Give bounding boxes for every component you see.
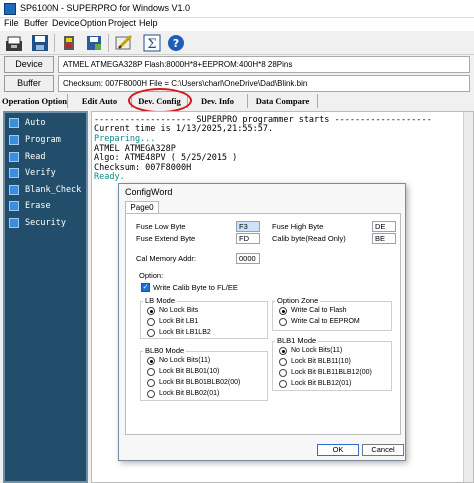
menu-file[interactable]: File xyxy=(4,18,19,28)
edit-buffer-icon[interactable] xyxy=(114,33,134,53)
highlight-circle xyxy=(128,88,192,113)
select-device-icon[interactable] xyxy=(60,33,80,53)
log-line: Algo: ATME48PV ( 5/25/2015 ) xyxy=(94,153,238,163)
sidebar-item-auto[interactable]: Auto xyxy=(9,116,85,130)
save-project-icon[interactable] xyxy=(84,33,104,53)
function-tab-bar: Operation Option Edit Auto Dev. Config D… xyxy=(0,93,474,109)
auto-icon xyxy=(9,118,19,128)
option-zone-title: Option Zone xyxy=(275,296,321,305)
log-line: Preparing... xyxy=(94,134,156,144)
sidebar-item-erase[interactable]: Erase xyxy=(9,199,85,213)
lb-mode-title: LB Mode xyxy=(143,296,178,305)
write-calib-checkbox[interactable]: ✓ xyxy=(141,283,150,292)
fuse-high-label: Fuse High Byte xyxy=(272,222,324,231)
title-bar: SP6100N - SUPERPRO for Windows V1.0 xyxy=(0,0,474,18)
blb0-mode-group: BLB0 Mode No Lock Bits(11) Lock Bit BLB0… xyxy=(140,346,268,401)
blb0-mode-title: BLB0 Mode xyxy=(143,346,187,355)
blb1-mode-title: BLB1 Mode xyxy=(275,336,319,345)
ok-button[interactable]: OK xyxy=(317,444,359,456)
buffer-button[interactable]: Buffer xyxy=(4,75,54,92)
sidebar-item-blank-check[interactable]: Blank_Check xyxy=(9,183,85,197)
tab-operation-option[interactable]: Operation Option xyxy=(2,94,68,108)
sidebar-item-label: Program xyxy=(25,135,61,145)
cal-memory-label: Cal Memory Addr: xyxy=(136,254,197,263)
erase-icon xyxy=(9,201,19,211)
option-title: Option: xyxy=(139,271,164,280)
buffer-info-field: Checksum: 007F8000H File = C:\Users\char… xyxy=(58,75,470,92)
fuse-low-label: Fuse Low Byte xyxy=(136,222,186,231)
security-icon xyxy=(9,218,19,228)
svg-text:?: ? xyxy=(173,37,179,50)
log-line: Current time is 1/13/2025,21:55:57. xyxy=(94,124,274,134)
sidebar-item-read[interactable]: Read xyxy=(9,150,85,164)
fuse-low-field[interactable]: F3 xyxy=(236,221,260,232)
menu-help[interactable]: Help xyxy=(139,18,158,28)
option-zone-group: Option Zone Write Cal to Flash Write Cal… xyxy=(272,296,392,331)
menu-option[interactable]: Option xyxy=(80,18,107,28)
fuse-high-field[interactable]: DE xyxy=(372,221,396,232)
help-icon[interactable]: ? xyxy=(166,33,186,53)
toolbar: Σ ? xyxy=(0,31,474,55)
sidebar-item-verify[interactable]: Verify xyxy=(9,166,85,180)
dialog-page: Fuse Low Byte F3 Fuse High Byte DE Fuse … xyxy=(125,213,401,435)
checksum-icon[interactable]: Σ xyxy=(142,33,162,53)
save-file-icon[interactable] xyxy=(30,33,50,53)
calib-byte-field: BE xyxy=(372,233,396,244)
menu-device[interactable]: Device xyxy=(52,18,80,28)
blb1-mode-group: BLB1 Mode No Lock Bits(11) Lock Bit BLB1… xyxy=(272,336,392,391)
sidebar-item-label: Auto xyxy=(25,118,46,128)
load-file-icon[interactable] xyxy=(4,33,24,53)
program-icon xyxy=(9,135,19,145)
dialog-title: ConfigWord xyxy=(125,187,173,197)
verify-icon xyxy=(9,168,19,178)
read-icon xyxy=(9,152,19,162)
lb-mode-group: LB Mode No Lock Bits Lock Bit LB1 Lock B… xyxy=(140,296,268,339)
log-line: Ready. xyxy=(94,172,125,182)
sidebar-item-security[interactable]: Security xyxy=(9,216,85,230)
sidebar-item-label: Verify xyxy=(25,168,56,178)
tab-edit-auto[interactable]: Edit Auto xyxy=(68,94,132,108)
sidebar-item-program[interactable]: Program xyxy=(9,133,85,147)
fuse-extend-label: Fuse Extend Byte xyxy=(136,234,196,243)
menu-project[interactable]: Project xyxy=(108,18,136,28)
write-calib-label: Write Calib Byte to FL/EE xyxy=(153,283,238,292)
sidebar-item-label: Read xyxy=(25,152,46,162)
tab-dev-info[interactable]: Dev. Info xyxy=(188,94,248,108)
operation-sidebar: Auto Program Read Verify Blank_Check Era… xyxy=(3,111,88,483)
fuse-extend-field[interactable]: FD xyxy=(236,233,260,244)
menu-bar: File Buffer Device Option Project Help xyxy=(0,18,474,31)
tab-data-compare[interactable]: Data Compare xyxy=(248,94,318,108)
menu-buffer[interactable]: Buffer xyxy=(24,18,48,28)
device-info-field: ATMEL ATMEGA328P Flash:8000H*8+EEPROM:40… xyxy=(58,56,470,73)
calib-byte-label: Calib byte(Read Only) xyxy=(272,234,346,243)
svg-text:Σ: Σ xyxy=(147,37,156,52)
app-icon xyxy=(4,3,16,15)
log-scrollbar[interactable] xyxy=(463,112,473,482)
cal-memory-field[interactable]: 0000 xyxy=(236,253,260,264)
window-title: SP6100N - SUPERPRO for Windows V1.0 xyxy=(20,3,191,13)
sidebar-item-label: Erase xyxy=(25,201,51,211)
sidebar-item-label: Security xyxy=(25,218,66,228)
device-button[interactable]: Device xyxy=(4,56,54,73)
configword-dialog: ConfigWord Page0 Fuse Low Byte F3 Fuse H… xyxy=(118,183,406,461)
blank-check-icon xyxy=(9,185,19,195)
cancel-button[interactable]: Cancel xyxy=(362,444,404,456)
sidebar-item-label: Blank_Check xyxy=(25,185,82,195)
